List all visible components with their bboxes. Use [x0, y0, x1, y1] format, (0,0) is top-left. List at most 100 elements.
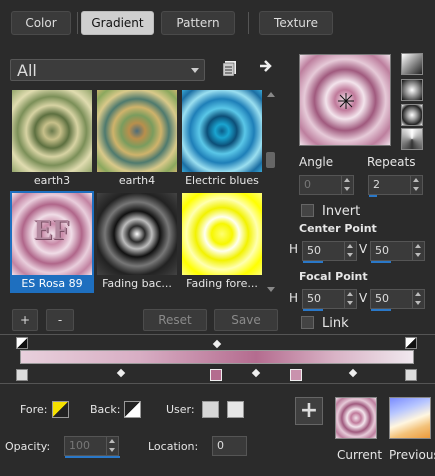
transparency-stop-right[interactable]	[405, 337, 417, 349]
color-midpoint[interactable]	[116, 368, 126, 378]
gallery-item-es-rosa-89[interactable]: EF ES Rosa 89	[10, 191, 94, 293]
gallery-scrollbar[interactable]	[264, 88, 277, 296]
spin-down-icon[interactable]	[412, 251, 424, 260]
remove-gradient-button[interactable]: -	[46, 309, 74, 331]
focal-v-value: 50	[375, 292, 389, 305]
arrow-right-icon[interactable]	[258, 58, 274, 74]
back-swatch[interactable]	[124, 401, 141, 418]
sunburst-style-button[interactable]	[401, 104, 423, 126]
spin-up-icon[interactable]	[412, 242, 424, 251]
gradient-thumb	[97, 90, 177, 172]
focal-h-value: 50	[307, 292, 321, 305]
center-v-value: 50	[375, 244, 389, 257]
color-midpoint[interactable]	[251, 368, 261, 378]
gradient-bar[interactable]	[20, 350, 414, 364]
focal-v-stepper[interactable]: 50	[370, 289, 425, 311]
opacity-value: 100	[69, 439, 90, 452]
scroll-thumb[interactable]	[266, 152, 275, 168]
spin-down-icon[interactable]	[410, 185, 422, 194]
transparency-stop-left[interactable]	[16, 337, 28, 349]
spin-down-icon[interactable]	[106, 446, 118, 455]
center-v-stepper[interactable]: 50	[370, 241, 425, 263]
spin-down-icon[interactable]	[344, 299, 356, 308]
spin-down-icon[interactable]	[341, 185, 353, 194]
opacity-stepper[interactable]: 100	[64, 436, 120, 458]
color-stop-1[interactable]	[210, 369, 222, 381]
location-label: Location:	[148, 440, 199, 453]
focal-h-slider[interactable]	[303, 309, 323, 311]
focal-v-label: V	[359, 291, 368, 305]
focal-v-slider[interactable]	[371, 309, 391, 311]
angle-value: 0	[304, 178, 311, 191]
spin-up-icon[interactable]	[412, 290, 424, 299]
user-swatch-2[interactable]	[227, 401, 244, 418]
user-swatch-1[interactable]	[202, 401, 219, 418]
center-v-slider[interactable]	[371, 261, 391, 263]
gallery-item-label: Fading bac...	[102, 277, 172, 290]
link-label: Link	[322, 316, 349, 331]
angle-stepper[interactable]: 0	[299, 175, 354, 195]
category-value: All	[17, 61, 37, 80]
center-h-slider[interactable]	[303, 261, 323, 263]
gallery-item-earth3[interactable]: earth3	[10, 88, 94, 190]
invert-label: Invert	[322, 204, 361, 219]
spin-up-icon[interactable]	[410, 176, 422, 185]
repeats-slider[interactable]	[369, 195, 377, 197]
gallery-item-label: earth3	[33, 174, 71, 187]
scroll-down-icon[interactable]	[267, 287, 275, 292]
repeats-value: 2	[373, 178, 380, 191]
category-dropdown[interactable]: All	[10, 59, 205, 81]
gradient-thumb	[182, 193, 262, 275]
gallery-item-electric-blues[interactable]: Electric blues	[180, 88, 264, 190]
color-stop-0[interactable]	[16, 369, 28, 381]
repeats-stepper[interactable]: 2	[368, 175, 423, 197]
repeats-label: Repeats	[367, 155, 416, 169]
tab-texture[interactable]: Texture	[259, 11, 333, 35]
linear-style-button[interactable]	[401, 53, 423, 75]
link-checkbox[interactable]	[301, 316, 314, 329]
save-button[interactable]: Save	[214, 309, 278, 331]
spin-up-icon[interactable]	[344, 290, 356, 299]
transparency-midpoint[interactable]	[212, 339, 222, 349]
gradient-preview[interactable]	[299, 54, 391, 146]
color-midpoint[interactable]	[348, 368, 358, 378]
add-gradient-button[interactable]: +	[12, 309, 38, 331]
gallery-item-label: Electric blues	[185, 174, 259, 187]
rectangular-style-button[interactable]	[401, 79, 423, 101]
opacity-slider[interactable]	[65, 456, 120, 458]
opacity-label: Opacity:	[5, 440, 51, 453]
spin-up-icon[interactable]	[106, 437, 118, 446]
spin-up-icon[interactable]	[341, 176, 353, 185]
current-gradient[interactable]	[335, 397, 377, 439]
focal-h-stepper[interactable]: 50	[302, 289, 357, 311]
tab-separator	[77, 12, 78, 34]
radial-style-button[interactable]	[401, 128, 423, 150]
resource-manager-icon[interactable]	[221, 59, 239, 77]
center-h-stepper[interactable]: 50	[302, 241, 357, 263]
previous-gradient[interactable]	[389, 397, 431, 439]
gallery-item-label: earth4	[118, 174, 156, 187]
invert-checkbox[interactable]	[301, 204, 314, 217]
gallery-item-label: Fading fore...	[186, 277, 258, 290]
color-stop-2[interactable]	[290, 369, 302, 381]
spin-up-icon[interactable]	[344, 242, 356, 251]
add-to-swatches-button[interactable]: +	[295, 397, 323, 425]
spin-down-icon[interactable]	[412, 299, 424, 308]
center-point-label: Center Point	[299, 222, 377, 235]
reset-button[interactable]: Reset	[143, 309, 207, 331]
gallery-item-earth4[interactable]: earth4	[95, 88, 179, 190]
fore-swatch[interactable]	[52, 401, 69, 418]
divider	[0, 383, 435, 384]
spin-down-icon[interactable]	[344, 251, 356, 260]
tab-pattern[interactable]: Pattern	[161, 11, 235, 35]
focal-point-label: Focal Point	[299, 270, 368, 283]
tab-color[interactable]: Color	[11, 11, 71, 35]
location-input[interactable]: 0	[212, 436, 247, 456]
tab-gradient[interactable]: Gradient	[81, 11, 154, 35]
color-stop-3[interactable]	[405, 369, 417, 381]
tab-separator	[248, 12, 249, 34]
focal-h-label: H	[289, 291, 299, 305]
gallery-item-fading-fore[interactable]: Fading fore...	[180, 191, 264, 293]
scroll-up-icon[interactable]	[267, 92, 275, 97]
gallery-item-fading-bac[interactable]: Fading bac...	[95, 191, 179, 293]
